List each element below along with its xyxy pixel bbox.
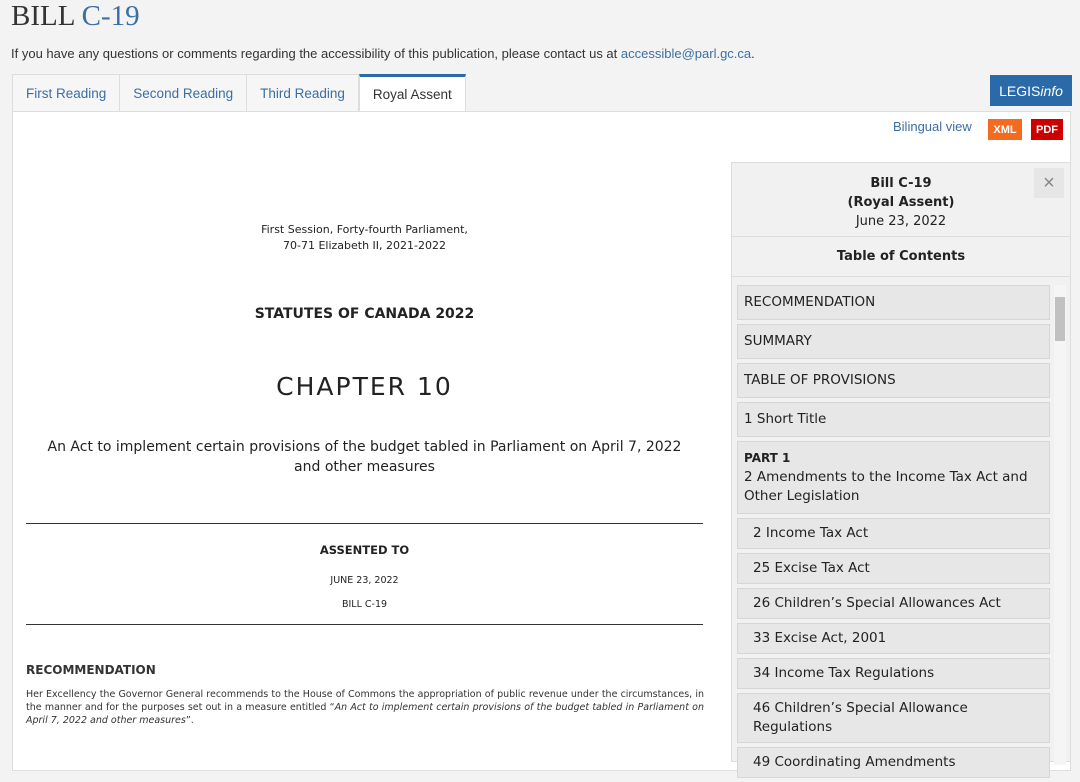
bilingual-view-link[interactable]: Bilingual view bbox=[893, 119, 972, 134]
tab-third-reading[interactable]: Third Reading bbox=[246, 74, 359, 112]
assent-date: JUNE 23, 2022 bbox=[330, 575, 399, 586]
page-title: BILL C-19 bbox=[11, 0, 140, 33]
toc-item[interactable]: 26 Children’s Special Allowances Act bbox=[737, 588, 1050, 619]
toc-item[interactable]: 1 Short Title bbox=[737, 402, 1050, 437]
sidebar-stage: (Royal Assent) bbox=[847, 195, 955, 210]
act-title-line1: An Act to implement certain provisions o… bbox=[47, 439, 682, 455]
xml-button[interactable]: XML bbox=[988, 119, 1022, 140]
tab-second-reading[interactable]: Second Reading bbox=[119, 74, 248, 112]
toc-scrollbar[interactable] bbox=[1054, 285, 1066, 765]
toc-item[interactable]: TABLE OF PROVISIONS bbox=[737, 363, 1050, 398]
session-info: First Session, Forty-fourth Parliament, 7… bbox=[26, 222, 703, 254]
toc-item[interactable]: RECOMMENDATION bbox=[737, 285, 1050, 320]
bill-number: C-19 bbox=[81, 0, 140, 32]
sidebar-bill: Bill C-19 bbox=[870, 176, 932, 191]
divider bbox=[26, 523, 703, 524]
accessible-email-link[interactable]: accessible@parl.gc.ca bbox=[621, 46, 751, 61]
session-line: First Session, Forty-fourth Parliament, bbox=[261, 223, 468, 236]
toc-item[interactable]: 33 Excise Act, 2001 bbox=[737, 623, 1050, 654]
info-text: info bbox=[1040, 82, 1063, 99]
toc-item-label: SUMMARY bbox=[744, 333, 812, 349]
toc-item[interactable]: 2 Income Tax Act bbox=[737, 518, 1050, 549]
rec-end: ”. bbox=[185, 715, 194, 726]
act-title-line2: and other measures bbox=[294, 459, 435, 475]
sidebar-date: June 23, 2022 bbox=[855, 214, 947, 229]
legis-text: LEGIS bbox=[999, 82, 1041, 99]
scrollbar-thumb[interactable] bbox=[1055, 297, 1065, 341]
toc-item-label: 33 Excise Act, 2001 bbox=[753, 630, 887, 646]
toc-item[interactable]: 25 Excise Tax Act bbox=[737, 553, 1050, 584]
toc-sidebar: Bill C-19 (Royal Assent) June 23, 2022 ×… bbox=[731, 162, 1071, 778]
toc-item-label: 34 Income Tax Regulations bbox=[753, 665, 935, 681]
toc-item[interactable]: SUMMARY bbox=[737, 324, 1050, 359]
toc-item-label: 26 Children’s Special Allowances Act bbox=[753, 595, 1001, 611]
toc-item-label: 2 Income Tax Act bbox=[753, 525, 869, 541]
close-icon[interactable]: × bbox=[1034, 168, 1064, 198]
recommendation-heading: RECOMMENDATION bbox=[26, 663, 156, 677]
pdf-button[interactable]: PDF bbox=[1031, 119, 1063, 140]
toc-item-label: 1 Short Title bbox=[744, 411, 827, 427]
toc-item-label: 49 Coordinating Amendments bbox=[753, 754, 956, 770]
toc-item[interactable]: 34 Income Tax Regulations bbox=[737, 658, 1050, 689]
tab-royal-assent[interactable]: Royal Assent bbox=[358, 74, 466, 112]
toc-item-label: 25 Excise Tax Act bbox=[753, 560, 870, 576]
toc-list: RECOMMENDATION SUMMARY TABLE OF PROVISIONS… bbox=[737, 285, 1050, 782]
tab-first-reading[interactable]: First Reading bbox=[12, 74, 121, 112]
sidebar-header: Bill C-19 (Royal Assent) June 23, 2022 bbox=[732, 163, 1070, 237]
accessibility-notice: If you have any questions or comments re… bbox=[11, 46, 755, 61]
recommendation-text: Her Excellency the Governor General reco… bbox=[26, 688, 704, 727]
reading-tabs: First Reading Second Reading Third Readi… bbox=[12, 74, 466, 112]
toc-item[interactable]: 46 Children’s Special Allowance Regulati… bbox=[737, 693, 1050, 743]
toc-item-label: 2 Amendments to the Income Tax Act and O… bbox=[744, 469, 1028, 504]
title-prefix: BILL bbox=[11, 0, 75, 32]
toc-title: Table of Contents bbox=[732, 237, 1070, 277]
toc-part-label: PART 1 bbox=[744, 451, 791, 465]
session-years: 70-71 Elizabeth II, 2021-2022 bbox=[282, 239, 446, 252]
chapter-heading: CHAPTER 10 bbox=[276, 372, 453, 401]
toc-item-label: 46 Children’s Special Allowance Regulati… bbox=[753, 700, 968, 735]
toc-item[interactable]: PART 1 2 Amendments to the Income Tax Act… bbox=[737, 441, 1050, 514]
access-text: If you have any questions or comments re… bbox=[11, 46, 621, 61]
assented-heading: ASSENTED TO bbox=[319, 543, 410, 557]
access-end: . bbox=[751, 46, 755, 61]
statutes-heading: STATUTES OF CANADA 2022 bbox=[254, 306, 475, 322]
act-title: An Act to implement certain provisions o… bbox=[26, 437, 703, 477]
divider bbox=[26, 624, 703, 625]
toc-item-label: TABLE OF PROVISIONS bbox=[744, 372, 896, 388]
assent-bill: BILL C-19 bbox=[341, 599, 388, 610]
toc-item-label: RECOMMENDATION bbox=[744, 294, 876, 310]
toc-item[interactable]: 49 Coordinating Amendments bbox=[737, 747, 1050, 778]
legisinfo-button[interactable]: LEGIS info bbox=[990, 75, 1072, 106]
